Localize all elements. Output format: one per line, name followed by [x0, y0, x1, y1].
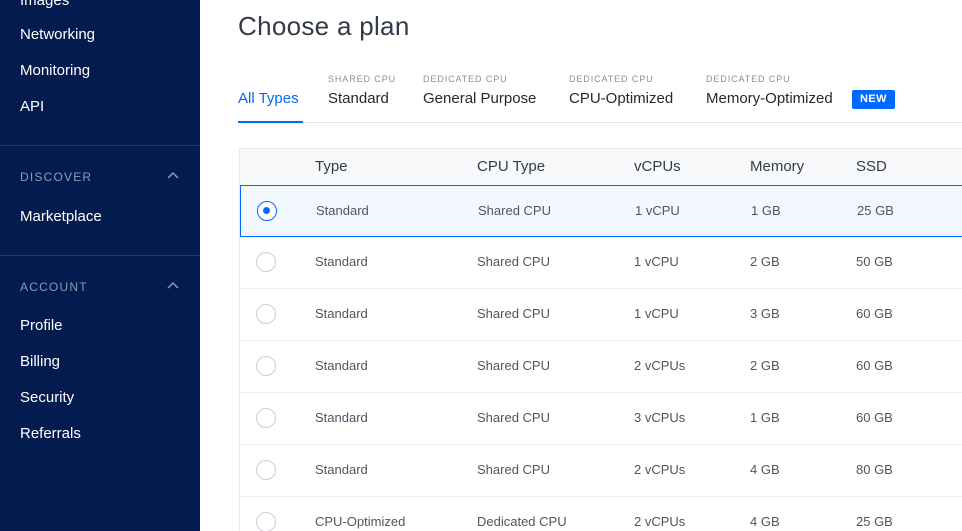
cell-ssd: 60 GB: [856, 410, 893, 425]
new-badge: NEW: [852, 90, 895, 109]
plan-row[interactable]: Standard Shared CPU 1 vCPU 1 GB 25 GB: [240, 185, 962, 237]
cell-type: Standard: [315, 306, 368, 321]
tab-label: CPU-Optimized: [569, 90, 674, 107]
page-title: Choose a plan: [238, 11, 410, 41]
cell-vcpus: 1 vCPU: [635, 203, 680, 218]
cell-memory: 2 GB: [750, 254, 780, 269]
cell-cpu-type: Dedicated CPU: [477, 514, 567, 529]
sidebar: Images Networking Monitoring API DISCOVE…: [0, 0, 200, 531]
cell-ssd: 50 GB: [856, 254, 893, 269]
main-content: Choose a plan All Types SHARED CPU Stand…: [200, 0, 962, 531]
section-title-account: ACCOUNT: [20, 280, 88, 294]
tab-label: All Types: [238, 90, 299, 107]
cell-vcpus: 1 vCPU: [634, 306, 679, 321]
plan-row[interactable]: Standard Shared CPU 1 vCPU 2 GB 50 GB: [240, 237, 962, 289]
column-header-memory: Memory: [750, 158, 805, 175]
sidebar-item-billing[interactable]: Billing: [20, 353, 60, 371]
cell-cpu-type: Shared CPU: [477, 410, 550, 425]
table-header: Type CPU Type vCPUs Memory SSD: [240, 149, 962, 186]
column-header-cpu-type: CPU Type: [477, 158, 546, 175]
sidebar-item-marketplace[interactable]: Marketplace: [20, 208, 102, 226]
plans-table: Type CPU Type vCPUs Memory SSD Standard S…: [239, 148, 962, 531]
plan-row[interactable]: Standard Shared CPU 2 vCPUs 2 GB 60 GB: [240, 341, 962, 393]
sidebar-divider: [0, 255, 200, 256]
tab-category: DEDICATED CPU: [706, 74, 791, 84]
active-tab-indicator: [238, 121, 303, 123]
column-header-ssd: SSD: [856, 158, 887, 175]
cell-cpu-type: Shared CPU: [477, 358, 550, 373]
plan-row[interactable]: Standard Shared CPU 2 vCPUs 4 GB 80 GB: [240, 445, 962, 497]
cell-type: Standard: [315, 254, 368, 269]
cell-cpu-type: Shared CPU: [477, 254, 550, 269]
tab-category: DEDICATED CPU: [569, 74, 654, 84]
tab-category: SHARED CPU: [328, 74, 397, 84]
sidebar-item-api[interactable]: API: [20, 98, 44, 116]
sidebar-item-security[interactable]: Security: [20, 389, 74, 407]
plan-row[interactable]: Standard Shared CPU 1 vCPU 3 GB 60 GB: [240, 289, 962, 341]
tab-label: Standard: [328, 90, 389, 107]
cell-type: Standard: [315, 358, 368, 373]
tabs-divider: [238, 122, 962, 123]
radio-unselected[interactable]: [256, 512, 276, 531]
cell-type: Standard: [315, 462, 368, 477]
tab-label: Memory-Optimized: [706, 90, 833, 107]
sidebar-item-monitoring[interactable]: Monitoring: [20, 62, 90, 80]
cell-ssd: 80 GB: [856, 462, 893, 477]
column-header-type: Type: [315, 158, 348, 175]
sidebar-item-networking[interactable]: Networking: [20, 26, 95, 44]
tab-label: General Purpose: [423, 90, 537, 107]
cell-memory: 4 GB: [750, 514, 780, 529]
cell-memory: 1 GB: [751, 203, 781, 218]
cell-vcpus: 2 vCPUs: [634, 358, 686, 373]
cell-vcpus: 1 vCPU: [634, 254, 679, 269]
cell-cpu-type: Shared CPU: [477, 462, 550, 477]
chevron-up-icon[interactable]: [166, 281, 180, 291]
cell-vcpus: 2 vCPUs: [634, 514, 686, 529]
cell-cpu-type: Shared CPU: [477, 306, 550, 321]
cell-ssd: 60 GB: [856, 306, 893, 321]
cell-memory: 4 GB: [750, 462, 780, 477]
radio-unselected[interactable]: [256, 304, 276, 324]
cell-ssd: 60 GB: [856, 358, 893, 373]
radio-unselected[interactable]: [256, 252, 276, 272]
cell-memory: 3 GB: [750, 306, 780, 321]
sidebar-divider: [0, 145, 200, 146]
tab-category: DEDICATED CPU: [423, 74, 508, 84]
plan-row[interactable]: Standard Shared CPU 3 vCPUs 1 GB 60 GB: [240, 393, 962, 445]
sidebar-item-images[interactable]: Images: [20, 0, 69, 10]
sidebar-item-referrals[interactable]: Referrals: [20, 425, 81, 443]
radio-unselected[interactable]: [256, 460, 276, 480]
radio-unselected[interactable]: [256, 356, 276, 376]
radio-selected[interactable]: [257, 201, 277, 221]
cell-ssd: 25 GB: [856, 514, 893, 529]
radio-unselected[interactable]: [256, 408, 276, 428]
column-header-vcpus: vCPUs: [634, 158, 681, 175]
cell-type: Standard: [316, 203, 369, 218]
cell-vcpus: 2 vCPUs: [634, 462, 686, 477]
sidebar-item-profile[interactable]: Profile: [20, 317, 63, 335]
cell-cpu-type: Shared CPU: [478, 203, 551, 218]
cell-type: CPU-Optimized: [315, 514, 406, 529]
cell-memory: 2 GB: [750, 358, 780, 373]
plan-row[interactable]: CPU-Optimized Dedicated CPU 2 vCPUs 4 GB 25 …: [240, 497, 962, 531]
chevron-up-icon[interactable]: [166, 171, 180, 181]
cell-ssd: 25 GB: [857, 203, 894, 218]
cell-vcpus: 3 vCPUs: [634, 410, 686, 425]
section-title-discover: DISCOVER: [20, 170, 93, 184]
cell-memory: 1 GB: [750, 410, 780, 425]
cell-type: Standard: [315, 410, 368, 425]
